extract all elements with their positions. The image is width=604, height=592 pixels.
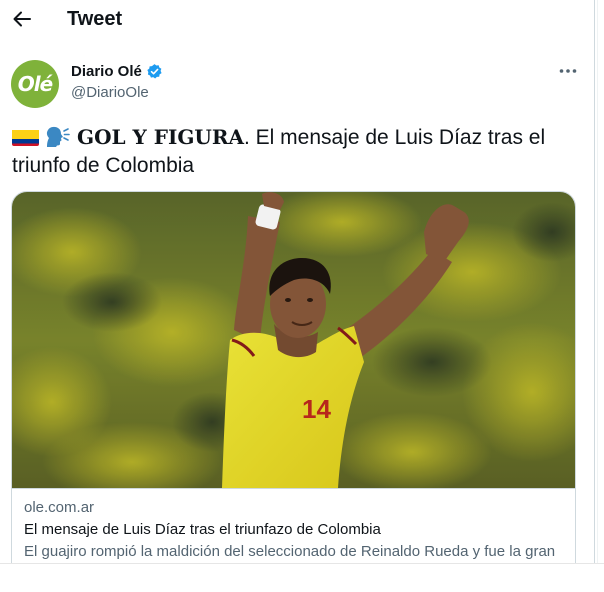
tweet-text-line2: triunfo de Colombia	[12, 154, 195, 177]
card-description[interactable]: El guajiro rompió la maldición del selec…	[24, 543, 555, 560]
avatar-logo-text: Olé	[17, 72, 53, 96]
author-display-name[interactable]: Diario Olé	[71, 63, 142, 80]
card-title[interactable]: El mensaje de Luis Díaz tras el triunfaz…	[24, 521, 381, 538]
speaking-head-icon	[44, 125, 70, 149]
colombia-flag-icon	[12, 128, 39, 146]
back-button[interactable]	[10, 7, 34, 31]
card-domain[interactable]: ole.com.ar	[24, 499, 94, 516]
author-handle[interactable]: @DiarioOle	[71, 84, 149, 101]
author-name-row[interactable]: Diario Olé	[71, 63, 163, 80]
tweet-text: GOL Y FIGURA. El mensaje de Luis Díaz tr…	[12, 123, 582, 180]
more-options-button[interactable]	[557, 63, 579, 79]
card-image[interactable]: 14	[12, 192, 575, 488]
tweet-text-line1: . El mensaje de Luis Díaz tras el	[243, 126, 546, 149]
verified-badge-icon	[147, 64, 162, 79]
screenshot-bottom-edge	[0, 563, 604, 592]
header-bar: Tweet	[0, 0, 598, 42]
page-title: Tweet	[67, 8, 123, 30]
avatar[interactable]: Olé	[11, 60, 59, 108]
tweet-bold-text: GOL Y FIGURA	[77, 125, 244, 149]
arrow-left-icon	[13, 11, 31, 27]
tweet-page: Tweet Olé Diario Olé @DiarioOle GOL Y FI…	[0, 0, 604, 592]
more-dots-icon	[559, 69, 577, 73]
column-border	[594, 0, 595, 592]
card-meta[interactable]: ole.com.ar El mensaje de Luis Díaz tras …	[12, 488, 575, 560]
link-preview-card[interactable]: 14 ole.com.ar El mensaje de Luis Díaz tr…	[11, 191, 576, 592]
